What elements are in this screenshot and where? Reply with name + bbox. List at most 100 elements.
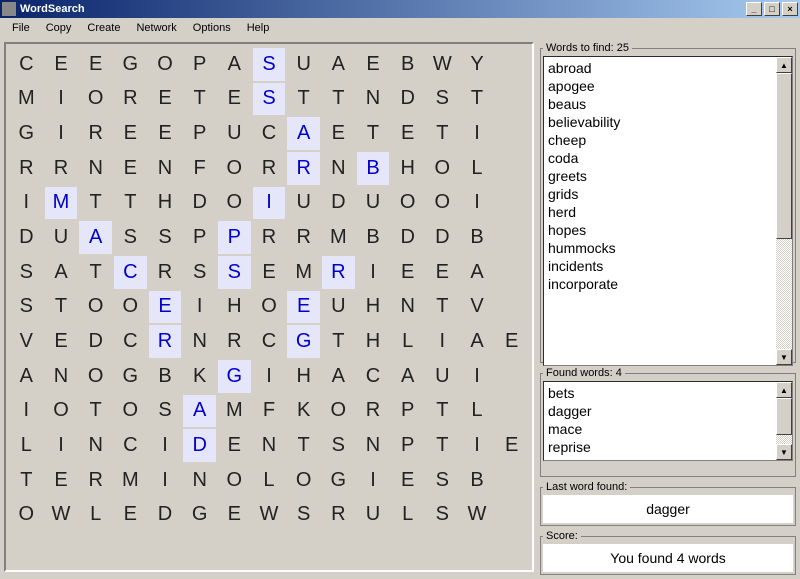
grid-cell[interactable]: T <box>322 83 355 116</box>
grid-cell[interactable]: U <box>322 291 355 324</box>
found-words-list[interactable]: betsdaggermacereprise ▲ ▼ <box>543 381 793 461</box>
scroll-up-button[interactable]: ▲ <box>776 382 792 398</box>
grid-cell[interactable]: N <box>322 152 355 185</box>
grid-cell[interactable]: E <box>218 499 251 532</box>
grid-cell[interactable]: I <box>149 464 182 497</box>
grid-cell[interactable]: C <box>114 325 147 358</box>
grid-cell[interactable]: H <box>391 152 424 185</box>
grid-cell[interactable]: O <box>322 395 355 428</box>
grid-cell[interactable]: O <box>426 187 459 220</box>
grid-cell[interactable]: T <box>357 117 390 150</box>
grid-cell[interactable]: I <box>149 429 182 462</box>
list-item[interactable]: cheep <box>548 131 772 149</box>
grid-cell[interactable] <box>495 256 528 289</box>
grid-cell[interactable]: L <box>391 325 424 358</box>
grid-cell[interactable]: R <box>45 152 78 185</box>
grid-cell[interactable]: A <box>322 48 355 81</box>
grid-cell[interactable]: R <box>322 256 355 289</box>
grid-cell[interactable]: E <box>495 429 528 462</box>
grid-cell[interactable]: G <box>114 48 147 81</box>
grid-cell[interactable]: N <box>183 325 216 358</box>
grid-cell[interactable]: S <box>287 499 320 532</box>
grid-cell[interactable]: O <box>79 291 112 324</box>
grid-cell[interactable]: E <box>114 117 147 150</box>
grid-cell[interactable]: I <box>426 325 459 358</box>
menu-copy[interactable]: Copy <box>38 20 80 36</box>
list-item[interactable]: herd <box>548 203 772 221</box>
grid-cell[interactable]: P <box>391 395 424 428</box>
grid-cell[interactable]: E <box>45 464 78 497</box>
grid-cell[interactable]: I <box>10 187 43 220</box>
grid-cell[interactable]: T <box>79 395 112 428</box>
grid-cell[interactable]: L <box>461 152 494 185</box>
grid-cell[interactable]: O <box>253 291 286 324</box>
grid-cell[interactable]: T <box>287 83 320 116</box>
grid-cell[interactable]: G <box>10 117 43 150</box>
grid-cell[interactable]: N <box>183 464 216 497</box>
grid-cell[interactable]: A <box>45 256 78 289</box>
grid-cell[interactable]: K <box>287 395 320 428</box>
grid-cell[interactable]: U <box>426 360 459 393</box>
grid-cell[interactable]: I <box>45 117 78 150</box>
grid-cell[interactable]: M <box>218 395 251 428</box>
grid-cell[interactable]: O <box>287 464 320 497</box>
grid-cell[interactable]: D <box>79 325 112 358</box>
grid-cell[interactable]: N <box>391 291 424 324</box>
grid-cell[interactable]: E <box>322 117 355 150</box>
grid-cell[interactable]: I <box>461 187 494 220</box>
grid-cell[interactable]: P <box>183 117 216 150</box>
grid-cell[interactable] <box>495 152 528 185</box>
grid-cell[interactable]: F <box>253 395 286 428</box>
scrollbar[interactable]: ▲ ▼ <box>776 57 792 365</box>
grid-cell[interactable]: G <box>322 464 355 497</box>
grid-cell[interactable]: T <box>79 187 112 220</box>
grid-cell[interactable]: N <box>357 429 390 462</box>
grid-cell[interactable]: I <box>357 256 390 289</box>
grid-cell[interactable]: E <box>114 152 147 185</box>
grid-cell[interactable]: R <box>149 325 182 358</box>
grid-cell[interactable]: Y <box>461 48 494 81</box>
grid-cell[interactable]: E <box>149 117 182 150</box>
grid-cell[interactable]: I <box>253 360 286 393</box>
grid-cell[interactable]: T <box>426 429 459 462</box>
menu-network[interactable]: Network <box>128 20 184 36</box>
grid-cell[interactable]: H <box>218 291 251 324</box>
grid-cell[interactable]: E <box>357 48 390 81</box>
grid-cell[interactable]: T <box>45 291 78 324</box>
list-item[interactable]: reprise <box>548 438 772 456</box>
grid-cell[interactable]: R <box>253 152 286 185</box>
grid-cell[interactable] <box>495 499 528 532</box>
grid-cell[interactable]: A <box>79 221 112 254</box>
scroll-thumb[interactable] <box>776 73 792 239</box>
grid-cell[interactable]: C <box>253 117 286 150</box>
grid-cell[interactable]: V <box>10 325 43 358</box>
grid-cell[interactable]: R <box>357 395 390 428</box>
grid-cell[interactable]: A <box>461 256 494 289</box>
grid-cell[interactable]: S <box>149 395 182 428</box>
scroll-down-button[interactable]: ▼ <box>776 349 792 365</box>
grid-cell[interactable]: B <box>461 221 494 254</box>
list-item[interactable]: hummocks <box>548 239 772 257</box>
grid-cell[interactable]: U <box>357 499 390 532</box>
list-item[interactable]: incidents <box>548 257 772 275</box>
grid-cell[interactable]: R <box>322 499 355 532</box>
grid-cell[interactable]: T <box>183 83 216 116</box>
grid-cell[interactable]: O <box>79 83 112 116</box>
grid-cell[interactable]: R <box>114 83 147 116</box>
grid-cell[interactable]: D <box>426 221 459 254</box>
grid-cell[interactable]: A <box>287 117 320 150</box>
grid-cell[interactable]: T <box>10 464 43 497</box>
grid-cell[interactable]: L <box>10 429 43 462</box>
grid-cell[interactable] <box>495 291 528 324</box>
grid-cell[interactable]: L <box>461 395 494 428</box>
grid-cell[interactable]: N <box>149 152 182 185</box>
grid-cell[interactable]: E <box>149 291 182 324</box>
grid-cell[interactable]: P <box>183 48 216 81</box>
grid-cell[interactable]: R <box>79 117 112 150</box>
grid-cell[interactable]: I <box>461 429 494 462</box>
grid-cell[interactable]: E <box>391 117 424 150</box>
grid-cell[interactable]: L <box>79 499 112 532</box>
grid-cell[interactable]: S <box>10 256 43 289</box>
grid-cell[interactable]: R <box>79 464 112 497</box>
grid-cell[interactable]: N <box>357 83 390 116</box>
